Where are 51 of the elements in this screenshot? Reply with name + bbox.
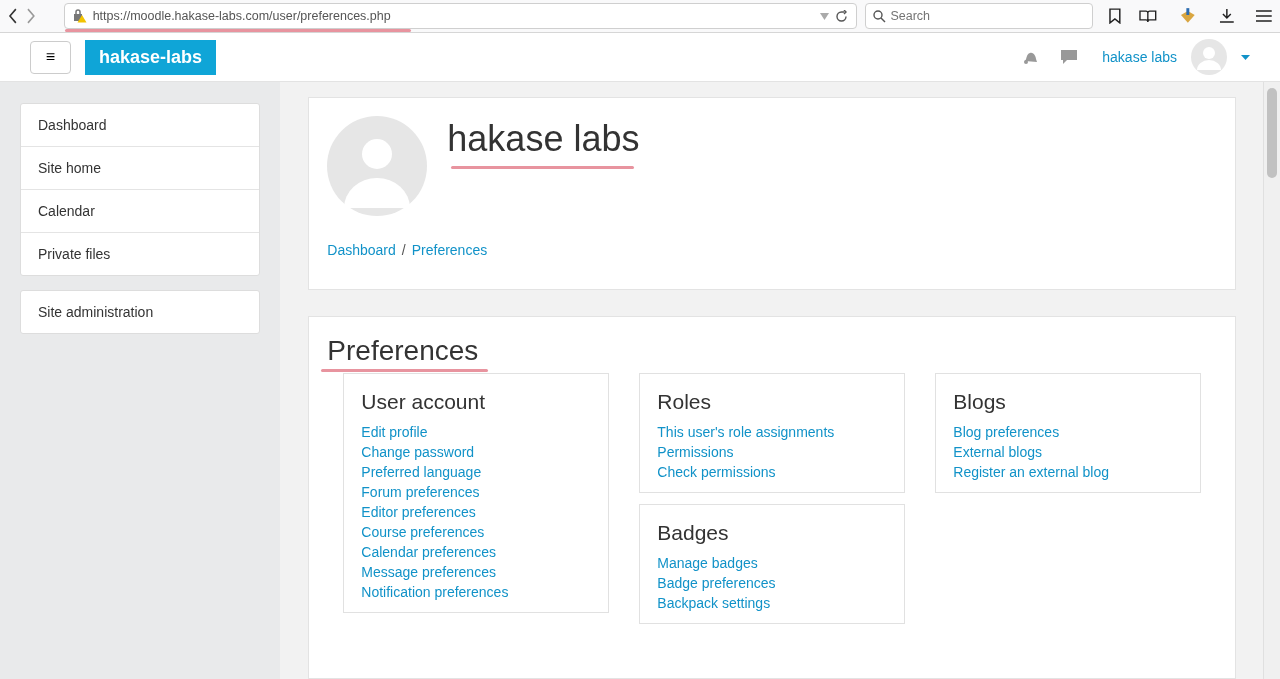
sidebar-item[interactable]: Site administration: [21, 291, 260, 333]
preferences-heading: Preferences: [327, 335, 479, 367]
scrollbar[interactable]: [1263, 82, 1280, 679]
caret-icon[interactable]: [1241, 54, 1250, 60]
section-heading: Badges: [657, 521, 730, 545]
preference-link[interactable]: Editor preferences: [361, 504, 592, 520]
section-heading: Blogs: [953, 390, 1007, 414]
address-bar[interactable]: https://moodle.hakase-labs.com/user/preferences.php: [63, 3, 858, 29]
sidebar-item[interactable]: Private files: [21, 232, 260, 275]
chat-icon[interactable]: [1060, 49, 1079, 65]
preference-link[interactable]: Blog preferences: [953, 424, 1184, 440]
extension-icon[interactable]: [1178, 7, 1197, 25]
user-name-heading: hakase labs: [447, 118, 640, 160]
reload-icon[interactable]: [835, 9, 849, 23]
search-field[interactable]: Search: [865, 3, 1094, 29]
preference-link[interactable]: This user's role assignments: [657, 424, 888, 440]
section-heading: Roles: [657, 390, 712, 414]
preference-link[interactable]: Change password: [361, 444, 592, 460]
menu-icon[interactable]: [1256, 9, 1272, 23]
section-heading: User account: [361, 390, 487, 414]
sidebar-item[interactable]: Dashboard: [21, 104, 260, 146]
sidebar-item[interactable]: Site home: [21, 146, 260, 189]
preference-link[interactable]: Manage badges: [657, 555, 888, 571]
menu-toggle-button[interactable]: ≡: [30, 40, 71, 74]
sidebar-item[interactable]: Calendar: [21, 189, 260, 232]
forward-icon[interactable]: [25, 8, 36, 24]
book-icon[interactable]: [1139, 9, 1157, 23]
preference-link[interactable]: Badge preferences: [657, 575, 888, 591]
preference-link[interactable]: Notification preferences: [361, 584, 592, 600]
preference-link[interactable]: Course preferences: [361, 524, 592, 540]
download-icon[interactable]: [1218, 8, 1235, 24]
back-icon[interactable]: [8, 8, 18, 24]
url-text: https://moodle.hakase-labs.com/user/preferences.php: [92, 9, 391, 23]
preference-link[interactable]: Message preferences: [361, 564, 592, 580]
site-brand[interactable]: hakase-labs: [85, 39, 217, 75]
preference-link[interactable]: Backpack settings: [657, 595, 888, 611]
breadcrumb-separator: /: [401, 242, 406, 258]
warning-lock-icon: [72, 9, 87, 23]
breadcrumb-link[interactable]: Dashboard: [327, 242, 396, 258]
preference-link[interactable]: Check permissions: [657, 464, 888, 480]
preference-link[interactable]: Register an external blog: [953, 464, 1184, 480]
user-name-link[interactable]: hakase labs: [1102, 49, 1177, 65]
preference-link[interactable]: Preferred language: [361, 464, 592, 480]
preference-link[interactable]: Forum preferences: [361, 484, 592, 500]
avatar-icon: [327, 116, 428, 216]
breadcrumb-link[interactable]: Preferences: [411, 242, 488, 258]
preference-link[interactable]: Permissions: [657, 444, 888, 460]
preference-link[interactable]: Edit profile: [361, 424, 592, 440]
bookmark-icon[interactable]: [1109, 8, 1122, 24]
preference-link[interactable]: Calendar preferences: [361, 544, 592, 560]
preference-link[interactable]: External blogs: [953, 444, 1184, 460]
